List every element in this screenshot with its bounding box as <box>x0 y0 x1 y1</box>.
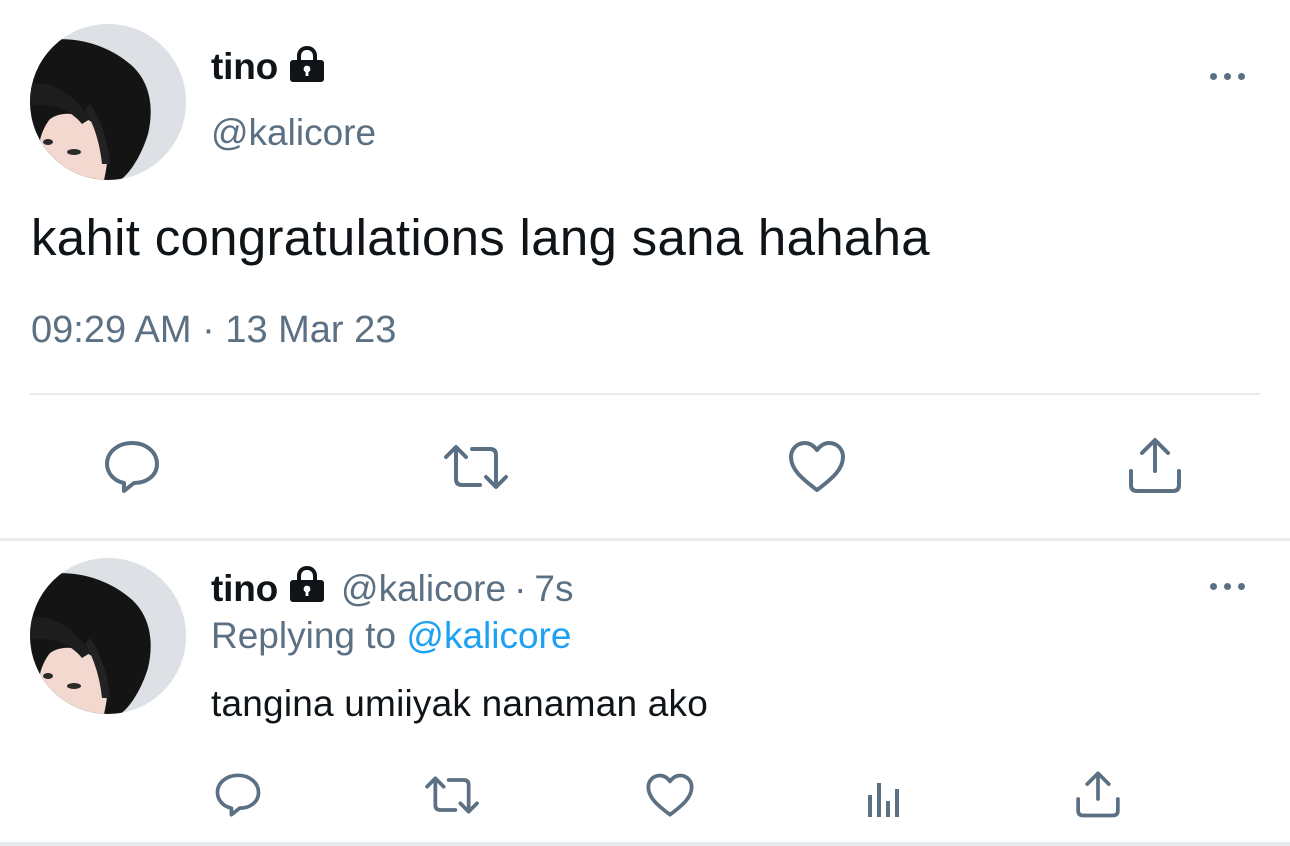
lock-icon <box>287 45 327 89</box>
share-button[interactable] <box>1124 433 1186 497</box>
divider <box>0 842 1290 846</box>
reply-button[interactable] <box>210 767 266 823</box>
display-name[interactable]: tino <box>211 568 278 610</box>
separator-dot: · <box>514 568 527 609</box>
more-icon[interactable] <box>1208 580 1248 592</box>
retweet-button[interactable] <box>440 437 512 497</box>
section-divider <box>0 538 1290 541</box>
share-icon <box>1129 438 1181 493</box>
reply-icon <box>105 441 159 493</box>
share-button[interactable] <box>1070 765 1126 823</box>
analytics-button[interactable] <box>858 771 910 823</box>
reply-button[interactable] <box>100 437 164 497</box>
avatar-photo <box>30 24 186 180</box>
author-handle[interactable]: @kalicore <box>211 112 376 154</box>
divider <box>30 393 1260 395</box>
reply-author-row: tino @kalicore · 7s <box>211 565 573 613</box>
author-handle[interactable]: @kalicore <box>341 568 506 610</box>
like-icon <box>789 441 845 492</box>
retweet-button[interactable] <box>420 767 484 823</box>
tweet-thread: tino @kalicore kahit congratulations lan… <box>0 0 1290 846</box>
tweet-text: kahit congratulations lang sana hahaha <box>31 209 930 266</box>
main-tweet: tino @kalicore kahit congratulations lan… <box>0 0 1290 540</box>
mention-link[interactable]: @kalicore <box>406 615 571 656</box>
avatar-photo <box>30 558 186 714</box>
author-row: tino <box>211 44 327 90</box>
replying-to-line: Replying to @kalicore <box>211 615 571 657</box>
like-button[interactable] <box>642 767 698 823</box>
like-icon <box>646 773 694 817</box>
lock-icon <box>287 565 327 613</box>
tweet-timestamp[interactable]: 09:29 AM · 13 Mar 23 <box>31 309 396 352</box>
replying-to-label: Replying to <box>211 615 397 656</box>
tweet-text: tangina umiiyak nanaman ako <box>211 683 708 724</box>
reply-icon <box>215 773 261 817</box>
relative-time[interactable]: 7s <box>534 568 573 610</box>
more-icon[interactable] <box>1208 70 1248 82</box>
share-icon <box>1076 771 1120 818</box>
avatar[interactable] <box>30 558 186 714</box>
analytics-icon <box>868 783 899 817</box>
display-name[interactable]: tino <box>211 46 278 88</box>
retweet-icon <box>425 776 479 814</box>
retweet-icon <box>444 445 508 489</box>
like-button[interactable] <box>785 437 849 497</box>
avatar[interactable] <box>30 24 186 180</box>
